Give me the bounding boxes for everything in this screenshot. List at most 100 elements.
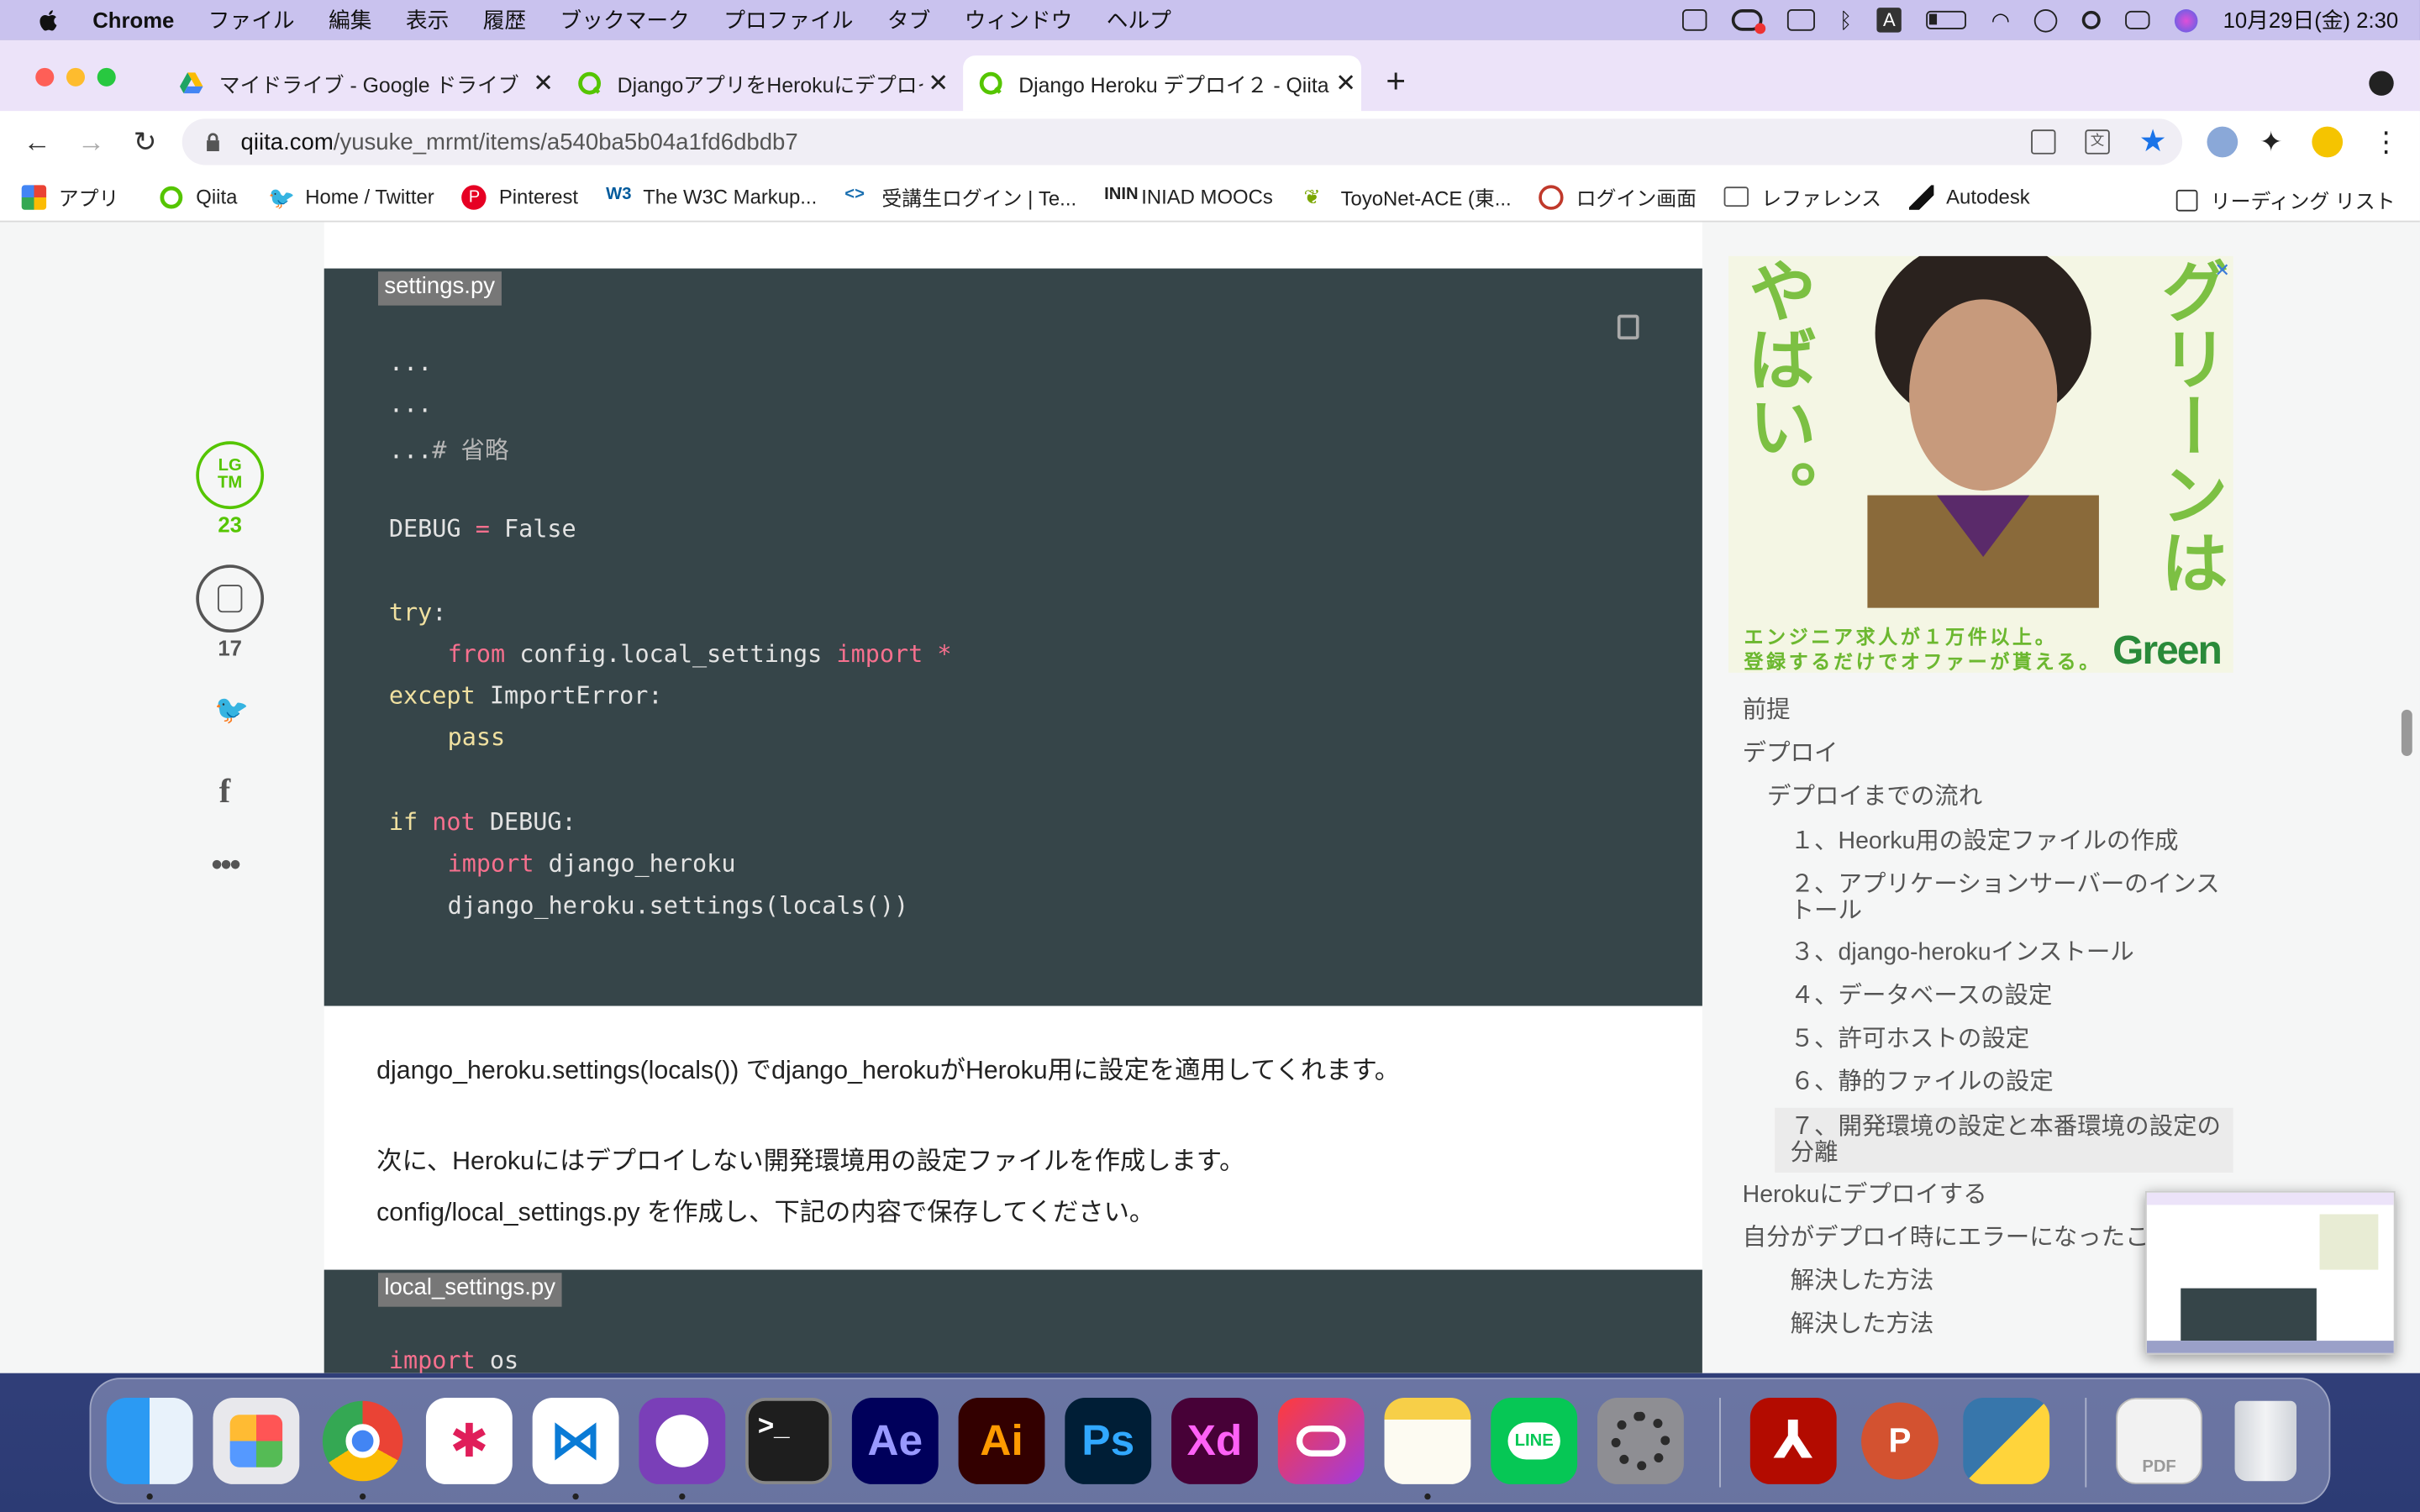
reading-list[interactable]: リーディング リスト <box>2176 185 2396 214</box>
siri-icon[interactable] <box>2175 8 2199 32</box>
bookmark-twitter[interactable]: 🐦 Home / Twitter <box>268 184 434 208</box>
toc-item[interactable]: ２、アプリケーションサーバーのインス トール <box>1791 872 2220 924</box>
menu-history[interactable]: 履歴 <box>483 5 526 36</box>
screenshot-preview-thumbnail[interactable] <box>2145 1190 2396 1355</box>
menu-tab[interactable]: タブ <box>887 5 930 36</box>
menu-app-name[interactable]: Chrome <box>92 8 174 32</box>
close-window-button[interactable] <box>35 67 55 87</box>
toc-item[interactable]: デプロイまでの流れ <box>1767 784 1982 810</box>
tab-search-icon[interactable] <box>2369 71 2394 96</box>
bookmark-star-icon[interactable]: ★ <box>2139 122 2167 160</box>
after-effects-icon[interactable]: Ae <box>851 1398 939 1484</box>
illustrator-icon[interactable]: Ai <box>958 1398 1045 1484</box>
bookmark-autodesk[interactable]: Autodesk <box>1909 184 2030 209</box>
toc-item[interactable]: 前提 <box>1743 697 1791 723</box>
tab-django-heroku-1[interactable]: DjangoアプリをHerokuにデプロイ ✕ <box>562 55 955 111</box>
toc-item[interactable]: 解決した方法 <box>1791 1311 1934 1337</box>
chrome-icon[interactable] <box>319 1398 406 1484</box>
menu-view[interactable]: 表示 <box>406 5 449 36</box>
trash-icon[interactable] <box>2223 1398 2309 1484</box>
clipboard-icon[interactable] <box>1681 9 1707 31</box>
tab-close-icon[interactable]: ✕ <box>923 68 954 99</box>
bookmark-pinterest[interactable]: P Pinterest <box>461 184 578 209</box>
maximize-window-button[interactable] <box>97 67 116 87</box>
chrome-menu-icon[interactable]: ⋮ <box>2370 127 2402 158</box>
vscode-icon[interactable]: ⋈ <box>532 1398 619 1484</box>
github-desktop-icon[interactable] <box>639 1398 726 1484</box>
bookmark-apps[interactable]: アプリ <box>21 182 118 212</box>
bookmark-iniad-moocs[interactable]: ININ INIAD MOOCs <box>1104 184 1273 208</box>
acrobat-icon[interactable]: ⅄ <box>1749 1398 1837 1484</box>
powerpoint-icon[interactable]: P <box>1857 1398 1944 1484</box>
python-launcher-icon[interactable] <box>1963 1398 2050 1484</box>
menu-file[interactable]: ファイル <box>208 5 295 36</box>
menu-help[interactable]: ヘルプ <box>1107 5 1171 36</box>
minimize-window-button[interactable] <box>66 67 86 87</box>
back-arrow-icon[interactable]: ← <box>22 126 53 158</box>
toc-item[interactable]: ３、django-herokuインストール <box>1791 940 2134 966</box>
pdf-document-icon[interactable]: PDF <box>2116 1398 2202 1484</box>
wifi-icon[interactable]: ◠ <box>1991 7 2010 33</box>
bookmark-qiita[interactable]: Qiita <box>159 184 237 208</box>
toc-item-active[interactable]: ７、開発環境の設定と本番環境の設定の 分離 <box>1775 1107 2233 1173</box>
bookmark-login-page[interactable]: ログイン画面 <box>1539 182 1697 212</box>
bluetooth-icon[interactable]: ᛒ <box>1839 8 1852 32</box>
twitter-share-icon[interactable]: 🐦 <box>214 695 249 727</box>
reload-icon[interactable]: ↻ <box>129 126 160 158</box>
keyboard-icon[interactable] <box>1786 9 1815 31</box>
lock-icon[interactable] <box>203 133 222 151</box>
ad-close-icon[interactable]: ✕ <box>2215 260 2230 281</box>
terminal-icon[interactable]: >_ <box>745 1398 832 1484</box>
toc-item[interactable]: ５、許可ホストの設定 <box>1791 1026 2030 1052</box>
line-icon[interactable]: LINE <box>1491 1398 1578 1484</box>
control-center-icon[interactable] <box>2125 10 2151 29</box>
finder-icon[interactable] <box>106 1398 193 1484</box>
extensions-puzzle-icon[interactable]: ✦ <box>2260 127 2291 158</box>
creative-cloud-icon[interactable] <box>1277 1398 1365 1484</box>
translate-icon[interactable]: 文 <box>2085 129 2110 155</box>
address-bar[interactable]: qiita.com/yusuke_mrmt/items/a540ba5b04a1… <box>182 118 2183 165</box>
tab-close-icon[interactable]: ✕ <box>528 68 559 99</box>
tab-django-heroku-2[interactable]: Django Heroku デプロイ２ - Qiita ✕ <box>963 55 1361 112</box>
battery-icon[interactable] <box>1926 10 1967 29</box>
green-job-ad[interactable]: やばい。 グリーンは エンジニア求人が１万件以上。 登録するだけでオファーが貰え… <box>1728 255 2233 673</box>
more-options-icon[interactable]: ••• <box>212 848 241 884</box>
toc-item[interactable]: ４、データベースの設定 <box>1791 983 2053 1009</box>
system-preferences-icon[interactable] <box>1597 1398 1684 1484</box>
lgtm-button[interactable]: LG TM <box>196 441 265 510</box>
tab-close-icon[interactable]: ✕ <box>1330 68 1361 99</box>
toc-item[interactable]: ６、静的ファイルの設定 <box>1791 1069 2054 1095</box>
profile-avatar[interactable] <box>2312 126 2344 158</box>
toc-item[interactable]: Herokuにデプロイする <box>1743 1182 1987 1208</box>
user-icon[interactable] <box>2034 8 2059 32</box>
bookmark-toyonet[interactable]: ❦ ToyoNet-ACE (東... <box>1304 182 1512 212</box>
creative-cloud-status-icon[interactable] <box>1731 9 1765 34</box>
launchpad-icon[interactable] <box>213 1398 300 1484</box>
toc-item[interactable]: 解決した方法 <box>1791 1268 1934 1294</box>
menu-bookmarks[interactable]: ブックマーク <box>560 5 690 36</box>
menu-window[interactable]: ウィンドウ <box>965 5 1073 36</box>
page-scrollbar-thumb[interactable] <box>2401 709 2412 756</box>
toc-item[interactable]: １、Heorku用の設定ファイルの作成 <box>1791 828 2179 854</box>
tab-google-drive[interactable]: マイドライブ - Google ドライブ ✕ <box>164 55 559 111</box>
menu-edit[interactable]: 編集 <box>329 5 371 36</box>
install-app-icon[interactable] <box>2031 129 2056 155</box>
bookmark-w3c[interactable]: W3 The W3C Markup... <box>606 184 817 208</box>
spotlight-search-icon[interactable] <box>2082 10 2102 29</box>
new-tab-plus-icon[interactable]: + <box>1386 61 1406 102</box>
bookmark-student-login[interactable]: <> 受講生ログイン | Te... <box>844 182 1076 212</box>
stock-button[interactable] <box>196 564 265 633</box>
forward-arrow-icon[interactable]: → <box>76 126 107 158</box>
notes-icon[interactable] <box>1384 1398 1471 1484</box>
xd-icon[interactable]: Xd <box>1171 1398 1258 1484</box>
input-source-icon[interactable]: A <box>1876 8 1902 33</box>
apple-icon[interactable] <box>37 8 61 32</box>
facebook-share-icon[interactable]: f <box>219 771 230 811</box>
toc-item[interactable]: デプロイ <box>1743 741 1839 767</box>
bookmark-reference-folder[interactable]: レファレンス <box>1724 182 1881 212</box>
photoshop-icon[interactable]: Ps <box>1065 1398 1152 1484</box>
clock[interactable]: 10月29日(金) 2:30 <box>2223 5 2399 36</box>
copy-code-icon[interactable] <box>1617 314 1639 340</box>
slack-icon[interactable]: ✱ <box>425 1398 513 1484</box>
toc-item[interactable]: 自分がデプロイ時にエラーになったこ <box>1743 1225 2149 1251</box>
